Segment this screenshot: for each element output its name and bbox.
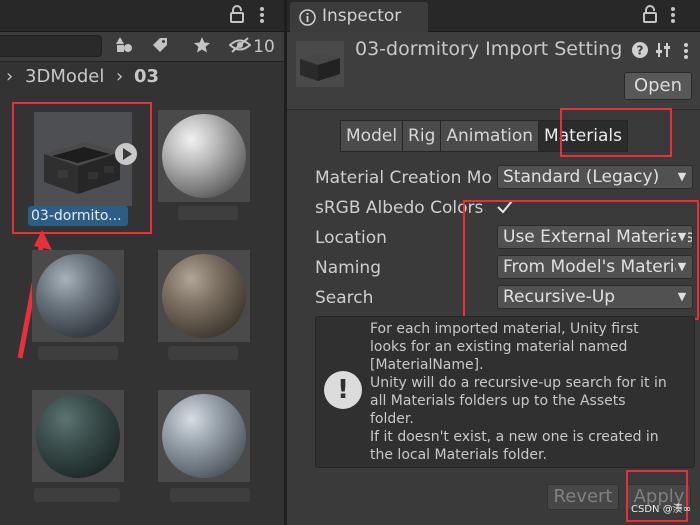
- revert-button[interactable]: Revert: [547, 484, 619, 510]
- watermark: CSDN @湊∞: [631, 504, 692, 515]
- breadcrumb-item[interactable]: 03: [134, 62, 159, 92]
- asset-name-label[interactable]: 03-dormito...: [28, 206, 128, 226]
- favorite-icon[interactable]: [190, 36, 214, 58]
- search-input[interactable]: [0, 35, 102, 57]
- tab-inspector[interactable]: Inspector: [290, 2, 428, 32]
- inspector-header: 03-dormitory Import Settings ? Open: [287, 32, 700, 110]
- help-icon[interactable]: ?: [631, 41, 649, 63]
- material-sphere: [162, 114, 246, 198]
- tab-model[interactable]: Model: [340, 120, 404, 152]
- more-menu-icon[interactable]: [683, 41, 689, 65]
- hidden-toggle-icon[interactable]: [228, 36, 252, 58]
- annotation-highlight-model: 03-dormito...: [12, 102, 152, 234]
- project-panel: 10 › 3DModel › 03 03-dormito...: [0, 0, 284, 525]
- material-asset[interactable]: [158, 110, 250, 202]
- help-box: ! For each imported material, Unity firs…: [315, 316, 695, 468]
- filter-by-label-icon[interactable]: [148, 36, 172, 58]
- tab-rig[interactable]: Rig: [402, 120, 442, 152]
- asset-name-label: [168, 346, 238, 360]
- project-title-bar: [0, 0, 284, 32]
- chevron-right-icon: ›: [116, 66, 124, 87]
- tab-label: Inspector: [322, 6, 402, 26]
- presets-icon[interactable]: [654, 41, 672, 63]
- asset-name-label: [170, 488, 250, 502]
- project-toolbar: 10: [0, 32, 284, 62]
- asset-name-label: [178, 206, 238, 220]
- info-icon: [299, 9, 316, 30]
- material-asset[interactable]: [32, 390, 124, 482]
- chevron-right-icon: ›: [6, 66, 14, 87]
- tab-animation[interactable]: Animation: [440, 120, 540, 152]
- asset-name-label: [38, 346, 118, 360]
- play-icon[interactable]: [115, 143, 137, 165]
- annotation-highlight-dropdowns: [463, 200, 699, 320]
- asset-preview-icon: [296, 41, 344, 87]
- more-menu-icon[interactable]: [670, 5, 676, 30]
- material-sphere: [36, 254, 120, 338]
- svg-text:?: ?: [637, 44, 644, 58]
- material-sphere: [162, 254, 246, 338]
- lock-icon[interactable]: [643, 5, 657, 28]
- material-asset[interactable]: [158, 390, 250, 482]
- inspector-panel: Inspector 03-dormitory Import Settings ?…: [287, 0, 700, 525]
- open-button[interactable]: Open: [624, 72, 692, 100]
- more-menu-icon[interactable]: [259, 5, 265, 30]
- material-sphere: [36, 394, 120, 478]
- inspector-title: 03-dormitory Import Settings: [355, 38, 623, 60]
- material-asset[interactable]: [32, 250, 124, 342]
- material-asset[interactable]: [158, 250, 250, 342]
- breadcrumb: › 3DModel › 03: [0, 62, 284, 92]
- warning-icon: !: [324, 371, 362, 409]
- material-creation-mode-dropdown[interactable]: Standard (Legacy) ▼: [497, 165, 693, 189]
- annotation-highlight-materials-tab: [560, 108, 672, 157]
- material-sphere: [162, 394, 246, 478]
- filter-by-type-icon[interactable]: [112, 36, 136, 58]
- breadcrumb-item[interactable]: 3DModel: [25, 62, 104, 92]
- lock-icon[interactable]: [230, 5, 244, 28]
- help-text: For each imported material, Unity first …: [370, 321, 667, 463]
- dropdown-arrow-icon: ▼: [676, 166, 688, 188]
- inspector-tab-bar: Inspector: [287, 0, 700, 32]
- hidden-count: 10: [253, 37, 275, 57]
- asset-name-label: [34, 488, 120, 502]
- material-creation-mode-label: Material Creation Mode: [315, 168, 493, 188]
